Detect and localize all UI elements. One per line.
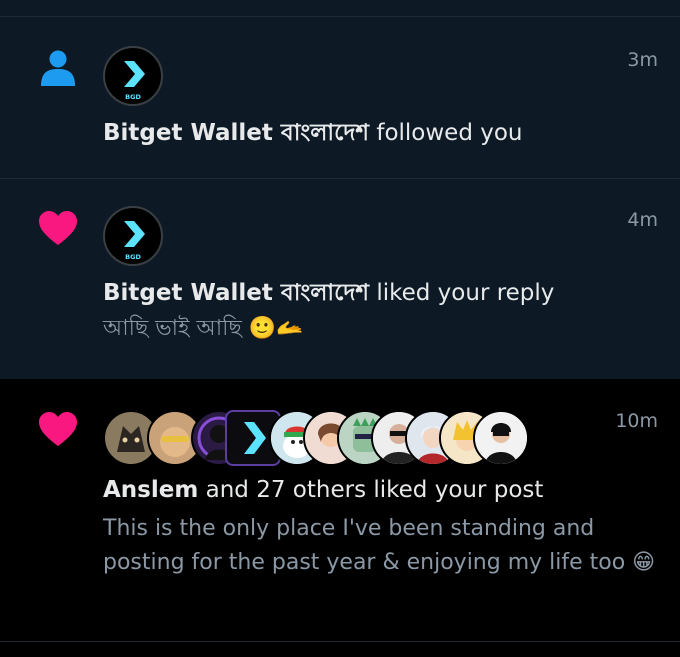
action-text: liked your reply	[369, 280, 555, 306]
actor-name[interactable]: Anslem	[103, 477, 198, 503]
person-icon	[41, 50, 75, 86]
timestamp[interactable]: 3m	[627, 49, 658, 71]
heart-icon	[39, 412, 77, 446]
post-snippet[interactable]: This is the only place I've been standin…	[103, 512, 663, 580]
avatar-badge-text: BGD	[125, 253, 141, 261]
notification-text: Bitget Wallet বাংলাদেশ followed you	[103, 114, 523, 153]
timestamp[interactable]: 4m	[627, 209, 658, 231]
avatar[interactable]: BGD	[103, 206, 163, 266]
notification-follow[interactable]: BGD 3m Bitget Wallet বাংলাদেশ followed y…	[0, 0, 680, 178]
liker-avatar-stack[interactable]	[103, 410, 529, 468]
notification-text: Bitget Wallet বাংলাদেশ liked your reply	[103, 274, 554, 313]
notification-text: Anslem and 27 others liked your post	[103, 477, 543, 503]
avatar[interactable]: BGD	[103, 46, 163, 106]
divider	[0, 16, 680, 17]
action-text: and 27 others liked your post	[198, 477, 544, 503]
heart-icon	[39, 211, 77, 245]
notification-like-reply[interactable]: BGD 4m Bitget Wallet বাংলাদেশ liked your…	[0, 179, 680, 379]
actor-name[interactable]: Bitget Wallet বাংলাদেশ	[103, 280, 369, 306]
timestamp[interactable]: 10m	[615, 410, 658, 432]
divider	[0, 641, 680, 642]
reply-snippet[interactable]: আছি ভাই আছি 🙂🫴	[103, 312, 643, 346]
avatar[interactable]	[473, 410, 529, 466]
action-text: followed you	[369, 120, 523, 146]
avatar-badge-text: BGD	[125, 93, 141, 101]
actor-name[interactable]: Bitget Wallet বাংলাদেশ	[103, 120, 369, 146]
